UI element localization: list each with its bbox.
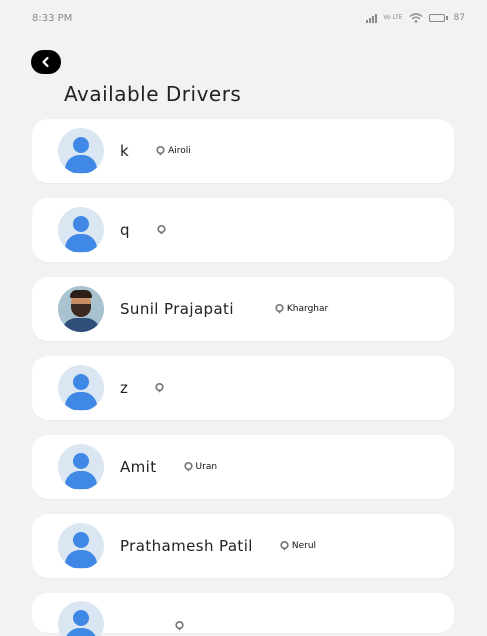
wifi-icon [409,13,422,23]
page-title: Available Drivers [64,82,242,106]
location-label: Nerul [291,541,317,551]
location-pin-icon [280,540,289,551]
status-icons: Vo LTE 87 [366,13,465,23]
default-avatar-icon [58,365,104,411]
location-pin-icon [175,620,184,631]
location-pin-icon [183,461,193,472]
driver-name: z [120,379,129,397]
driver-location [174,620,185,632]
volte-label: Vo LTE [383,14,403,21]
driver-name: k [120,142,130,160]
driver-card[interactable]: k Airoli [32,119,454,183]
profile-photo [58,286,104,332]
driver-card[interactable] [32,593,454,636]
status-time: 8:33 PM [32,12,73,24]
default-avatar-icon [58,444,104,490]
location-pin-icon [156,145,165,156]
driver-card[interactable]: z [32,356,454,420]
default-avatar-icon [58,128,104,174]
driver-card[interactable]: Prathamesh Patil Nerul [32,514,454,578]
location-label: Kharghar [286,304,329,314]
location-label: Airoli [168,146,191,156]
driver-name: Prathamesh Patil [120,537,253,555]
driver-location: Uran [183,461,218,473]
driver-name: q [120,221,130,239]
driver-name: Amit [120,458,157,476]
driver-card[interactable]: q [32,198,454,262]
battery-percent: 87 [453,13,465,23]
driver-location: Kharghar [274,303,328,315]
signal-icon [366,13,378,23]
driver-location: Airoli [155,145,191,157]
status-bar: 8:33 PM Vo LTE 87 [0,0,487,36]
location-label: Uran [195,462,218,472]
location-pin-icon [157,224,166,235]
battery-icon [428,14,448,22]
driver-location [156,224,169,236]
driver-name: Sunil Prajapati [120,300,234,318]
chevron-left-icon [42,56,49,68]
location-pin-icon [275,303,284,314]
default-avatar-icon [58,207,104,253]
driver-location [154,382,167,394]
driver-list: k Airoli q Sunil Prajapati Kharghar z Am… [32,119,454,636]
driver-location: Nerul [279,540,316,552]
default-avatar-icon [58,523,104,569]
default-avatar-icon [58,601,104,636]
back-button[interactable] [31,50,61,74]
driver-card[interactable]: Sunil Prajapati Kharghar [32,277,454,341]
driver-card[interactable]: Amit Uran [32,435,454,499]
location-pin-icon [155,382,164,393]
